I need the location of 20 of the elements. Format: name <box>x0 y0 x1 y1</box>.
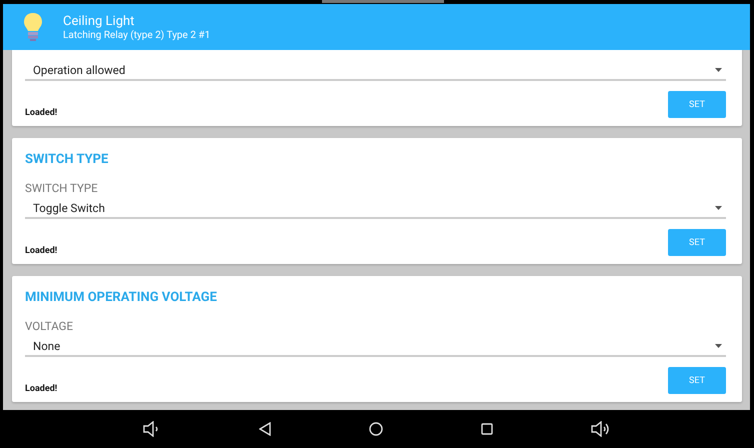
recents-icon[interactable] <box>481 423 493 435</box>
volume-up-icon[interactable] <box>591 421 611 437</box>
dropdown-field[interactable]: Operation allowed <box>25 63 726 81</box>
app-title: Ceiling Light <box>63 14 136 28</box>
status-text: Loaded! <box>25 246 58 256</box>
dropdown-field[interactable]: None <box>25 339 726 357</box>
field-label: SWITCH TYPE <box>25 181 99 195</box>
home-icon[interactable] <box>369 422 383 436</box>
field-label: VOLTAGE <box>25 319 74 333</box>
dropdown-arrow-icon <box>715 344 722 348</box>
status-text: Loaded! <box>25 108 58 118</box>
dropdown-arrow-icon <box>715 68 722 72</box>
app-subtitle: Latching Relay (type 2) Type 2 #1 <box>63 30 210 40</box>
card-title: MINIMUM OPERATING VOLTAGE <box>25 290 218 305</box>
status-text: Loaded! <box>25 384 58 394</box>
dropdown-arrow-icon <box>715 206 722 210</box>
light-bulb-icon <box>23 12 43 42</box>
card-title: SWITCH TYPE <box>25 152 110 167</box>
dropdown-field[interactable]: Toggle Switch <box>25 201 726 219</box>
back-icon[interactable] <box>259 422 271 436</box>
